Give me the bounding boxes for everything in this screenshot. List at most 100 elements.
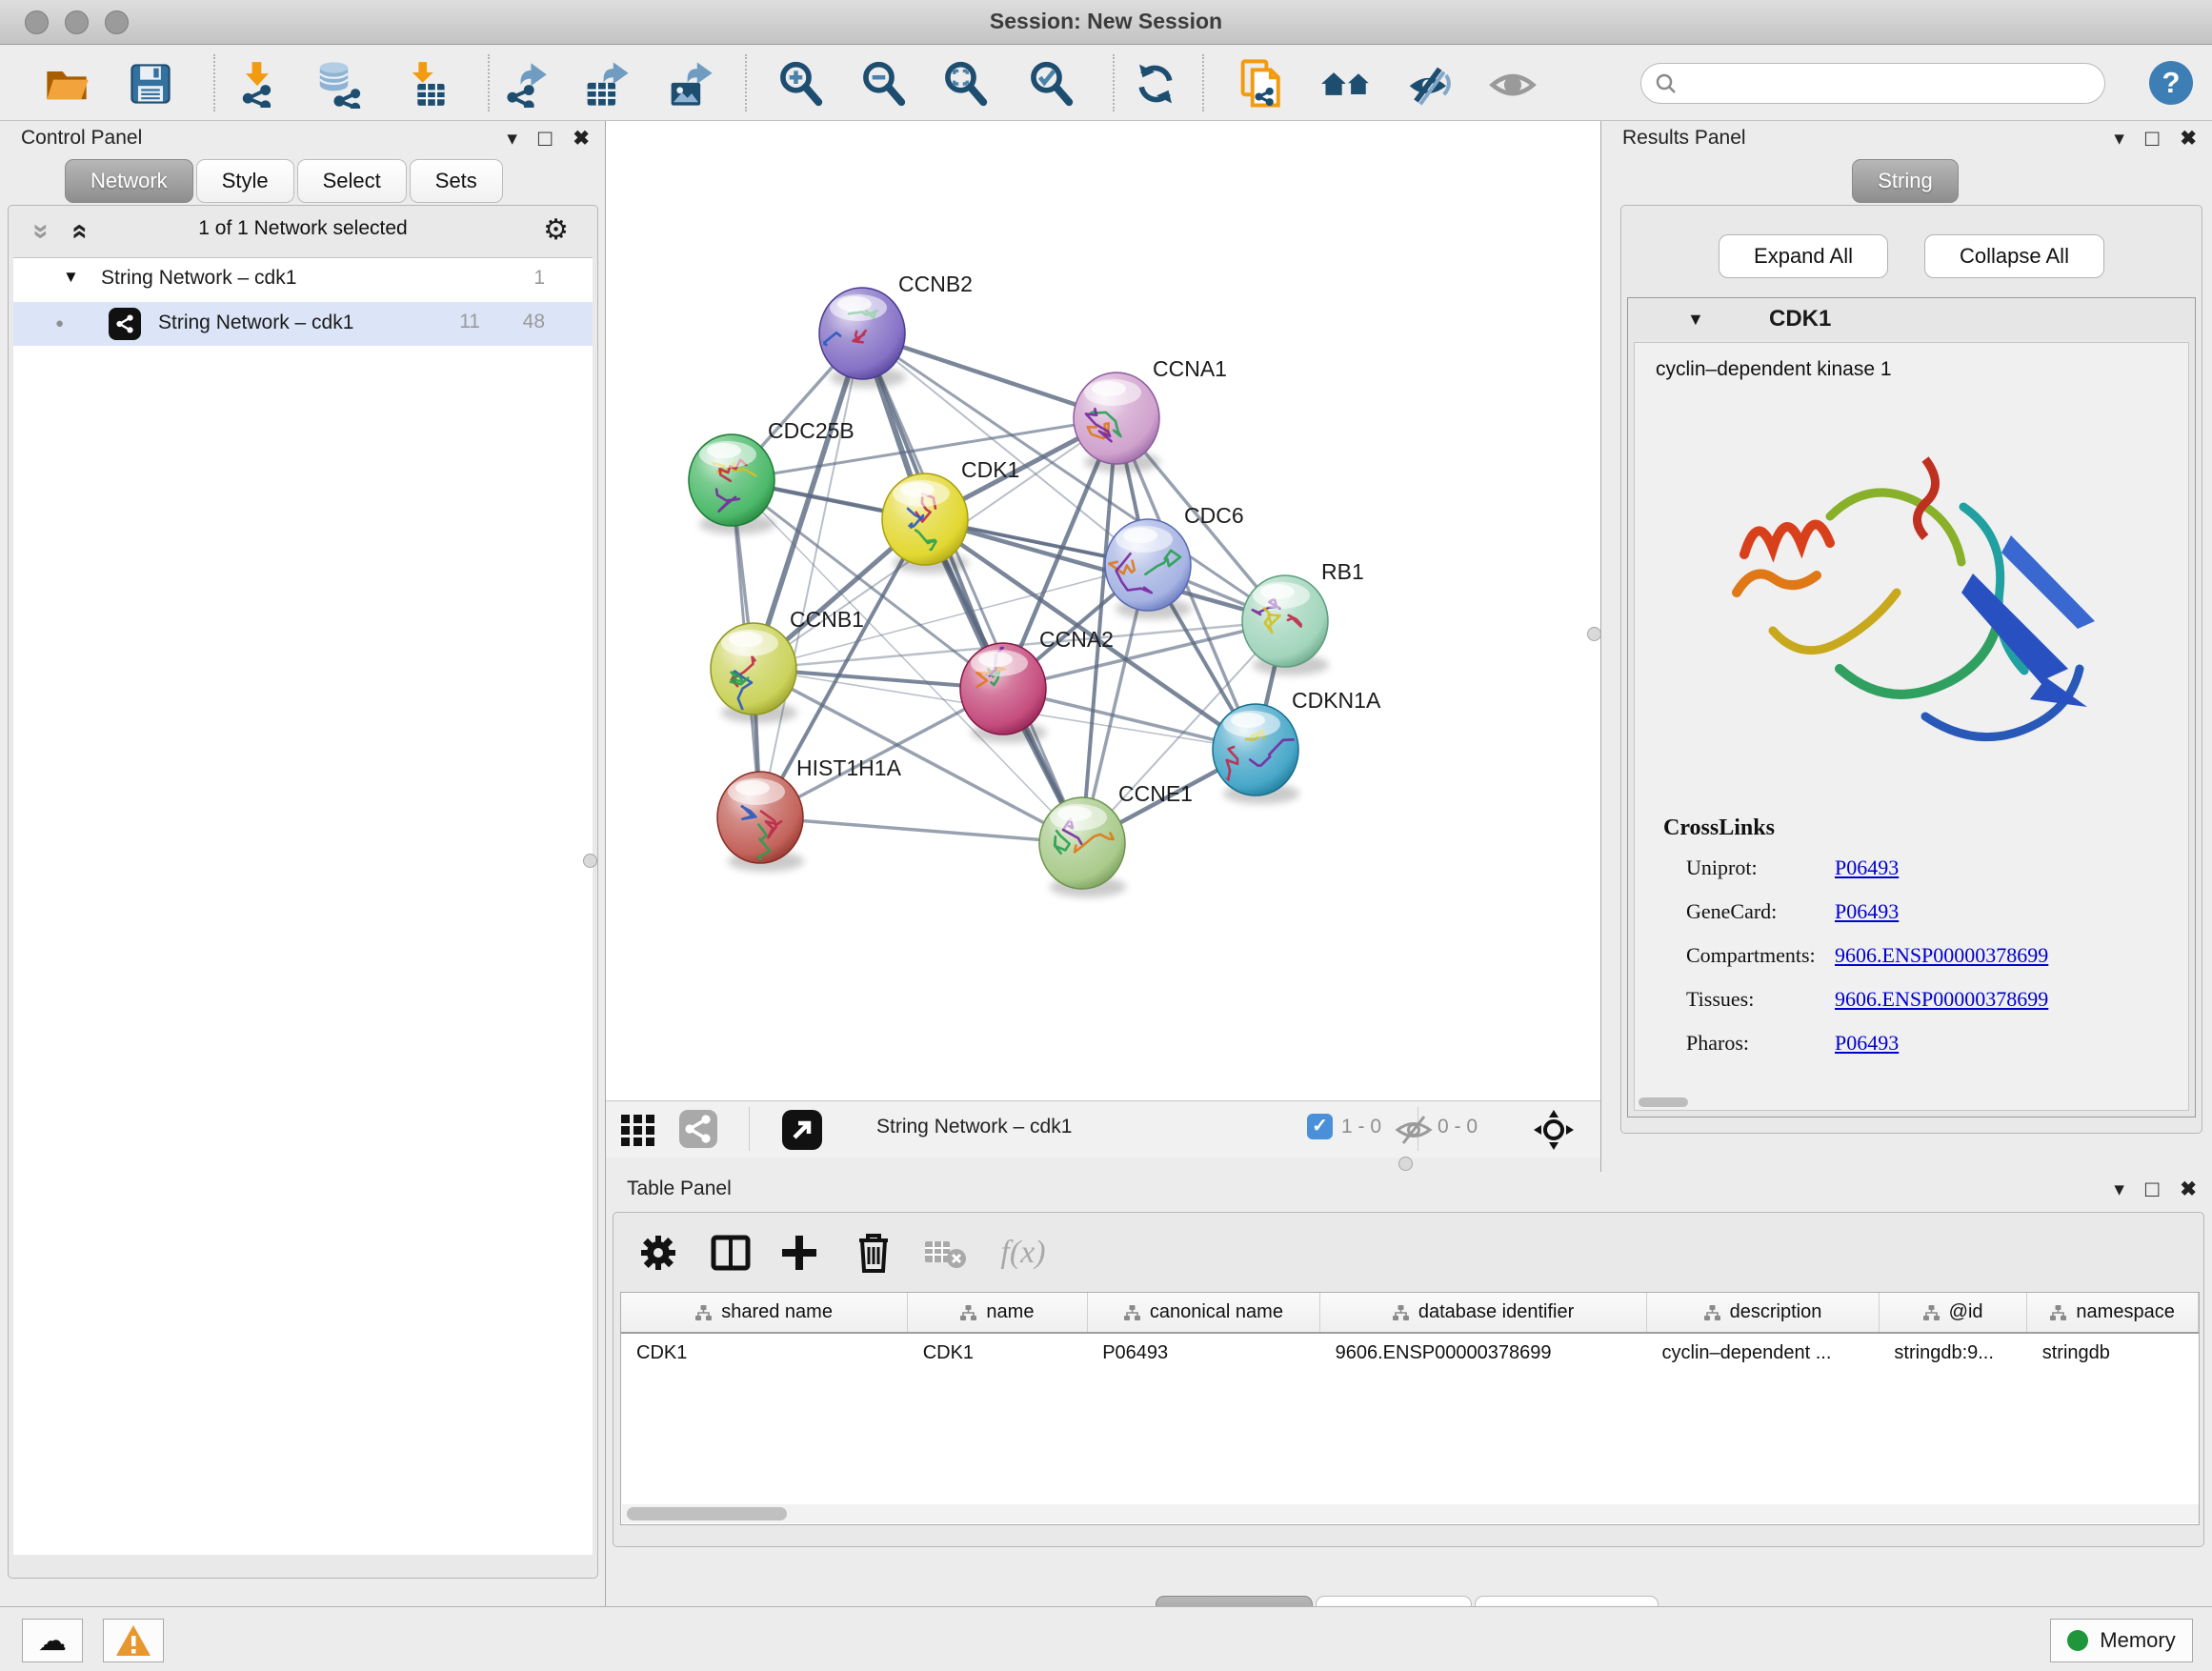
- zoom-in-icon[interactable]: [773, 56, 828, 111]
- tab-select[interactable]: Select: [297, 159, 407, 203]
- open-in-window-icon[interactable]: [781, 1109, 823, 1156]
- network-collection-row[interactable]: ▼ String Network – cdk1 1: [13, 258, 593, 302]
- column-header-shared-name[interactable]: shared name: [621, 1293, 908, 1333]
- network-row[interactable]: ● String Network – cdk1 11 48: [13, 302, 593, 346]
- first-neighbors-icon[interactable]: [1318, 56, 1374, 111]
- node-CDK1[interactable]: CDK1: [882, 457, 1019, 574]
- crosslink-link[interactable]: 9606.ENSP00000378699: [1835, 987, 2048, 1011]
- column-header-canonical-name[interactable]: canonical name: [1087, 1293, 1319, 1333]
- network-options-gear-icon[interactable]: ⚙: [543, 213, 569, 247]
- status-bar: ☁ Memory: [0, 1606, 2212, 1671]
- import-table-icon[interactable]: [398, 56, 453, 111]
- network-share-icon[interactable]: [678, 1109, 718, 1154]
- tab-network[interactable]: Network: [65, 159, 193, 203]
- expand-all-button[interactable]: Expand All: [1719, 234, 1888, 278]
- table-row[interactable]: CDK1CDK1P064939606.ENSP00000378699cyclin…: [621, 1333, 2199, 1373]
- table-cell[interactable]: stringdb:9...: [1879, 1333, 2026, 1373]
- column-header-namespace[interactable]: namespace: [2027, 1293, 2199, 1333]
- node-label-CCNA2: CCNA2: [1039, 627, 1114, 652]
- zoom-selected-icon[interactable]: [1023, 56, 1078, 111]
- table-cell[interactable]: 9606.ENSP00000378699: [1320, 1333, 1647, 1373]
- crosslink-link[interactable]: P06493: [1835, 856, 1899, 879]
- node-CCNB1[interactable]: CCNB1: [711, 607, 864, 723]
- create-column-icon[interactable]: [773, 1226, 826, 1279]
- left-splitter-grip[interactable]: [583, 854, 597, 868]
- network-status-dot: ●: [55, 315, 64, 332]
- export-network-icon[interactable]: [498, 56, 553, 111]
- node-table: shared namenamecanonical namedatabase id…: [620, 1292, 2200, 1525]
- column-header-description[interactable]: description: [1647, 1293, 1880, 1333]
- application-window: Session: New Session: [0, 0, 2212, 1671]
- export-table-icon[interactable]: [579, 56, 634, 111]
- show-all-icon[interactable]: [1485, 56, 1540, 111]
- section-disclosure-icon[interactable]: ▼: [1687, 310, 1704, 330]
- crosslink-row: GeneCard:P06493: [1686, 899, 2179, 943]
- refresh-icon[interactable]: [1128, 56, 1183, 111]
- panel-menu-icon[interactable]: ▾: [507, 125, 517, 153]
- grid-view-icon[interactable]: [619, 1111, 659, 1154]
- table-hscroll-thumb[interactable]: [627, 1507, 787, 1520]
- panel-menu-icon[interactable]: ▾: [2114, 125, 2124, 153]
- table-cell[interactable]: CDK1: [621, 1333, 908, 1373]
- save-session-icon[interactable]: [123, 56, 178, 111]
- tab-string[interactable]: String: [1852, 159, 1958, 203]
- table-cell[interactable]: P06493: [1087, 1333, 1319, 1373]
- memory-button[interactable]: Memory: [2050, 1619, 2193, 1662]
- zoom-out-icon[interactable]: [855, 56, 911, 111]
- export-image-icon[interactable]: [663, 56, 718, 111]
- panel-float-icon[interactable]: □: [538, 125, 553, 153]
- selected-checkbox-icon[interactable]: ✓: [1307, 1114, 1333, 1139]
- import-network-icon[interactable]: [230, 56, 285, 111]
- delete-column-icon[interactable]: [847, 1226, 900, 1279]
- table-cell[interactable]: CDK1: [908, 1333, 1087, 1373]
- collection-disclosure-icon[interactable]: ▼: [63, 268, 79, 287]
- node-label-CDKN1A: CDKN1A: [1292, 688, 1381, 713]
- help-button[interactable]: ?: [2149, 61, 2193, 105]
- node-CDC25B[interactable]: CDC25B: [689, 418, 855, 534]
- crosslink-row: Uniprot:P06493: [1686, 856, 2179, 899]
- node-HIST1H1A[interactable]: HIST1H1A: [717, 755, 902, 872]
- node-CCNB2[interactable]: CCNB2: [817, 272, 973, 388]
- tab-sets[interactable]: Sets: [410, 159, 503, 203]
- table-options-gear-icon[interactable]: [632, 1226, 685, 1279]
- node-details-header[interactable]: ▼ CDK1: [1628, 298, 2195, 342]
- column-header-database-identifier[interactable]: database identifier: [1320, 1293, 1647, 1333]
- open-file-icon[interactable]: [39, 56, 94, 111]
- crosslink-link[interactable]: P06493: [1835, 1031, 1899, 1055]
- node-CCNA1[interactable]: CCNA1: [1074, 356, 1227, 473]
- crosslink-link[interactable]: P06493: [1835, 899, 1899, 923]
- panel-float-icon[interactable]: □: [2145, 125, 2160, 153]
- birds-eye-toggle-icon[interactable]: [1532, 1108, 1576, 1157]
- copy-network-icon[interactable]: [1236, 56, 1291, 111]
- crosslink-link[interactable]: 9606.ENSP00000378699: [1835, 943, 2048, 967]
- table-cell[interactable]: cyclin–dependent ...: [1647, 1333, 1880, 1373]
- tab-style[interactable]: Style: [196, 159, 294, 203]
- zoom-fit-icon[interactable]: [937, 56, 993, 111]
- node-RB1[interactable]: RB1: [1242, 559, 1364, 675]
- crosslink-label: Compartments:: [1686, 943, 1835, 968]
- control-panel: Control Panel ▾ □ ✖ NetworkStyleSelectSe…: [0, 121, 606, 1606]
- panel-close-icon[interactable]: ✖: [2180, 125, 2197, 153]
- hide-selected-icon[interactable]: [1401, 56, 1457, 111]
- search-input[interactable]: [1678, 67, 2104, 101]
- right-splitter-grip[interactable]: [1587, 627, 1601, 641]
- import-network-from-database-icon[interactable]: [311, 56, 366, 111]
- network-view-toolbar: String Network – cdk1 ✓ 1 - 0 0 - 0: [606, 1100, 1600, 1158]
- panel-close-icon[interactable]: ✖: [573, 125, 590, 153]
- panel-menu-icon[interactable]: ▾: [2114, 1176, 2124, 1204]
- edge-HIST1H1A-CCNE1[interactable]: [760, 817, 1082, 843]
- panel-close-icon[interactable]: ✖: [2180, 1176, 2197, 1204]
- panel-float-icon[interactable]: □: [2145, 1176, 2160, 1204]
- results-hscroll-thumb[interactable]: [1639, 1097, 1688, 1107]
- column-header-name[interactable]: name: [908, 1293, 1087, 1333]
- show-columns-icon[interactable]: [704, 1226, 757, 1279]
- table-cell[interactable]: stringdb: [2027, 1333, 2199, 1373]
- network-canvas[interactable]: CCNB2CCNA1CDC25BCDK1CDC6RB1CCNB1CCNA2CDK…: [606, 121, 1600, 1100]
- horizontal-splitter-grip[interactable]: [1398, 1157, 1413, 1171]
- collapse-all-button[interactable]: Collapse All: [1924, 234, 2104, 278]
- node-label-CDK1: CDK1: [961, 457, 1019, 482]
- column-header-@id[interactable]: @id: [1879, 1293, 2026, 1333]
- warning-button[interactable]: [103, 1619, 164, 1662]
- edge-CCNB2-HIST1H1A[interactable]: [760, 333, 862, 817]
- cloud-button[interactable]: ☁: [22, 1619, 83, 1662]
